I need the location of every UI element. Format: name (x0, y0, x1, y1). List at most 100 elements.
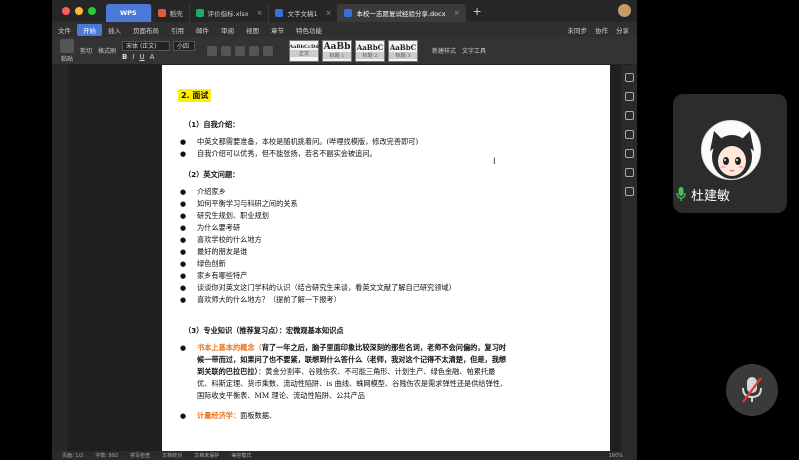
style-heading-1[interactable]: AaBb 标题 1 (322, 39, 353, 62)
tab-docx-active[interactable]: 本校一志愿复试经验分享.docx × (338, 4, 467, 22)
new-tab-button[interactable]: + (472, 5, 481, 18)
pointer-icon[interactable] (624, 92, 634, 101)
underline-button[interactable]: U (139, 53, 144, 61)
user-avatar[interactable] (618, 4, 631, 17)
history-icon[interactable] (624, 187, 634, 196)
tab-xlsx[interactable]: 评价指标.xlsx × (190, 4, 270, 22)
menu-bar: 文件 开始 插入 页面布局 引用 邮件 审阅 视图 章节 特色功能 未同步 协作… (52, 22, 637, 37)
font-color-button[interactable]: A (150, 53, 155, 61)
select-icon[interactable] (624, 73, 634, 82)
zoom-level[interactable]: 160% (609, 453, 623, 459)
list-item: 绿色创新 (180, 258, 508, 270)
participant-avatar (701, 120, 761, 180)
status-bar: 页面: 1/2 字数: 892 拼写检查 文档校对 文档未保护 兼容模式 160… (52, 451, 637, 460)
list-item: 研究生规划、职业规划 (180, 210, 508, 222)
close-tab-icon[interactable]: × (454, 9, 460, 17)
doc-check-button[interactable]: 文档校对 (162, 452, 182, 459)
list-item: 介绍家乡 (180, 186, 508, 198)
professional-list: 书本上基本的概念（背了一年之后，脑子里面印象比较深刻的那些名词，老师不会问偏的，… (180, 342, 508, 422)
cut-button[interactable]: 剪切 (80, 46, 92, 55)
close-tab-icon[interactable]: × (257, 9, 263, 17)
right-side-panel (621, 65, 637, 451)
style-normal[interactable]: AaBbCcDd 正文 (289, 39, 320, 62)
close-tab-icon[interactable]: × (326, 9, 332, 17)
menu-home[interactable]: 开始 (77, 23, 102, 36)
close-window-button[interactable] (62, 7, 70, 15)
numbered-list-icon[interactable] (221, 45, 232, 56)
list-item: 如何平衡学习与科研之间的关系 (180, 198, 508, 210)
font-size-select[interactable]: 小四 (173, 40, 196, 51)
bold-button[interactable]: B (122, 53, 127, 61)
paragraph-controls (207, 45, 274, 56)
paste-icon (60, 38, 74, 53)
spell-check-toggle[interactable]: 拼写检查 (130, 452, 150, 459)
microphone-on-icon (676, 187, 686, 201)
tab-daoke[interactable]: 稻壳 (152, 4, 190, 22)
compat-mode: 兼容模式 (231, 453, 252, 459)
style-preview: AaBbC (356, 42, 384, 52)
tab-doc1[interactable]: 文字文稿1 × (269, 4, 339, 22)
align-center-icon[interactable] (249, 45, 260, 56)
list-item: 书本上基本的概念（背了一年之后，脑子里面印象比较深刻的那些名词，老师不会问偏的，… (180, 342, 508, 402)
cartoon-avatar-icon (702, 121, 760, 179)
menu-features[interactable]: 特色功能 (290, 25, 328, 35)
style-preview: AaBb (323, 42, 351, 52)
paste-button[interactable]: 粘贴 (60, 38, 74, 63)
align-left-icon[interactable] (235, 45, 246, 56)
menu-review[interactable]: 审阅 (215, 25, 240, 35)
menu-file[interactable]: 文件 (52, 25, 77, 35)
font-controls: 宋体 (正文) 小四 B I U A (122, 40, 196, 61)
image-icon[interactable] (624, 168, 634, 177)
document-page[interactable]: 2. 面试 （1）自我介绍： 中英文都需要准备，本校是随机挑着问。(哔哩找模版，… (162, 65, 610, 460)
bullet-list-icon[interactable] (207, 45, 218, 56)
list-item: 喜欢师大的什么地方？（提前了解一下报考） (180, 294, 508, 306)
paste-label: 粘贴 (60, 55, 73, 63)
check-icon[interactable] (624, 149, 634, 158)
list-item: 为什么要考研 (180, 222, 508, 234)
format-painter-button[interactable]: 格式刷 (98, 46, 116, 55)
style-heading-3[interactable]: AaBbC 标题 3 (388, 39, 419, 62)
share-button[interactable]: 分享 (616, 25, 629, 35)
menu-mail[interactable]: 邮件 (190, 25, 215, 35)
style-name: 标题 3 (389, 51, 418, 59)
minimize-window-button[interactable] (75, 7, 83, 15)
menu-right-actions: 未同步 协作 分享 (568, 25, 638, 35)
tab-label: 评价指标.xlsx (207, 10, 249, 18)
italic-button[interactable]: I (132, 53, 134, 61)
style-heading-2[interactable]: AaBbC 标题 2 (355, 39, 386, 62)
left-gutter (52, 65, 68, 451)
font-name-select[interactable]: 宋体 (正文) (122, 40, 171, 51)
word-count[interactable]: 字数: 892 (95, 452, 118, 459)
menu-chapter[interactable]: 章节 (265, 25, 290, 35)
style-name: 标题 2 (356, 51, 385, 59)
tab-wps[interactable]: WPS (106, 4, 152, 22)
screen-share: WPS 稻壳 评价指标.xlsx × 文字文稿1 × 本校一志愿复试经验分享.doc… (52, 0, 637, 460)
section-title: 2. 面试 (178, 89, 212, 102)
ribbon-toolbar: 粘贴 剪切 格式刷 宋体 (正文) 小四 B I U A AaBbCcDd正文 (52, 37, 637, 65)
sync-status[interactable]: 未同步 (568, 25, 588, 35)
settings-icon[interactable] (624, 130, 634, 139)
maximize-window-button[interactable] (88, 7, 96, 15)
collaborate-button[interactable]: 协作 (595, 25, 608, 35)
text-tools-button[interactable]: 文字工具 (462, 46, 486, 55)
mute-microphone-button[interactable] (726, 364, 778, 416)
menu-page-layout[interactable]: 页面布局 (127, 25, 165, 35)
subheading-professional: （3）专业知识（推荐复习点）：宏微观基本知识点 (184, 326, 344, 335)
tab-label: 稻壳 (169, 10, 183, 18)
shape-icon[interactable] (624, 111, 634, 120)
econometrics-terms: 面板数据、 (240, 411, 277, 420)
style-gallery: AaBbCcDd 正文 AaBb 标题 1 AaBbC 标题 2 AaBbC 标题 3 (289, 39, 419, 62)
title-bar: WPS 稻壳 评价指标.xlsx × 文字文稿1 × 本校一志愿复试经验分享.doc… (52, 0, 637, 22)
microphone-muted-icon (742, 377, 762, 403)
new-style-button[interactable]: 新建样式 (432, 46, 456, 55)
english-questions-list: 介绍家乡 如何平衡学习与科研之间的关系 研究生规划、职业规划 为什么要考研 喜欢… (180, 186, 508, 306)
menu-view[interactable]: 视图 (240, 25, 265, 35)
menu-insert[interactable]: 插入 (102, 25, 127, 35)
menu-references[interactable]: 引用 (165, 25, 190, 35)
align-right-icon[interactable] (263, 45, 274, 56)
window-controls (62, 7, 96, 15)
text-cursor-icon: I (493, 157, 496, 167)
protect-status[interactable]: 文档未保护 (194, 452, 219, 459)
list-item: 喜欢学校的什么地方 (180, 234, 508, 246)
list-item: 中英文都需要准备，本校是随机挑着问。(哔哩找模版，修改完善即可) (180, 136, 508, 148)
